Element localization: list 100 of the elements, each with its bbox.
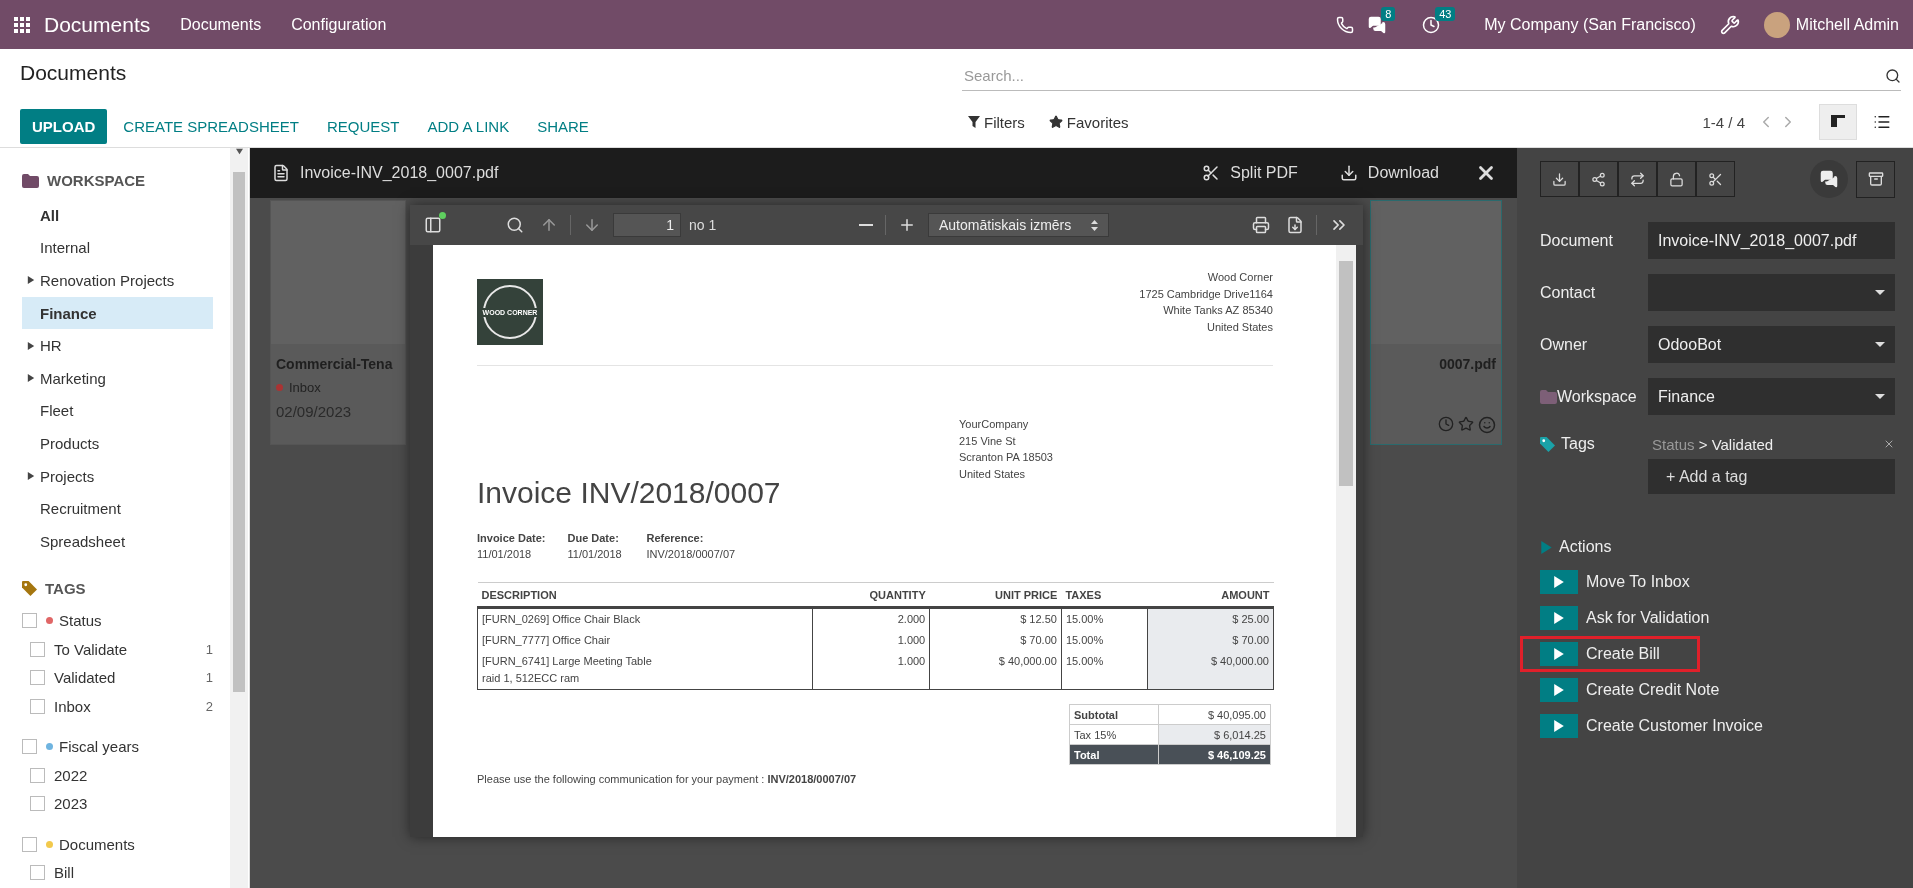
sidebar-icon xyxy=(424,216,442,234)
filters-button[interactable]: Filters xyxy=(962,112,1031,132)
checkbox[interactable] xyxy=(22,613,37,629)
wrench-icon[interactable] xyxy=(1719,14,1740,35)
tag-group-label: Fiscal years xyxy=(59,738,140,756)
split-pdf-button[interactable]: Split PDF xyxy=(1196,163,1304,183)
payment-note: Please use the following communication for your payment : INV/2018/0007/07 xyxy=(477,773,858,785)
tag-label: Status > Validated xyxy=(1652,435,1774,453)
arrow-down-icon xyxy=(583,216,601,234)
workspace-item[interactable]: All xyxy=(22,199,213,232)
workspace-item[interactable]: Internal xyxy=(22,231,213,265)
select-field[interactable] xyxy=(1648,274,1895,311)
toolbar-button[interactable]: REQUEST xyxy=(314,109,412,144)
action-button[interactable]: Create Customer Invoice xyxy=(1540,714,1763,738)
workspace-item[interactable]: HR xyxy=(22,329,213,362)
action-button[interactable]: Move To Inbox xyxy=(1540,570,1690,594)
phone-icon[interactable] xyxy=(1336,15,1355,34)
workspace-item[interactable]: Fleet xyxy=(22,394,213,428)
share-button[interactable] xyxy=(1579,161,1618,197)
workspace-item[interactable]: Products xyxy=(22,427,213,460)
workspace-item[interactable]: Spreadsheet xyxy=(22,524,213,558)
field-label: Tags xyxy=(1540,435,1648,453)
app-grid-icon[interactable] xyxy=(14,16,30,33)
star-icon[interactable] xyxy=(1458,416,1474,432)
nav-menu[interactable]: Configuration xyxy=(291,15,387,34)
toolbar-button[interactable]: SHARE xyxy=(525,109,601,144)
action-button[interactable]: Create Credit Note xyxy=(1540,678,1720,702)
search-icon[interactable] xyxy=(1885,67,1901,84)
field-label: Owner xyxy=(1540,335,1589,354)
tag-label: 2023 xyxy=(54,795,88,813)
user-name[interactable]: Mitchell Admin xyxy=(1795,15,1899,34)
card-tag: Inbox xyxy=(276,380,400,395)
status-dot xyxy=(439,212,446,219)
tag-group-label: Status xyxy=(59,612,102,630)
page-total: no 1 xyxy=(689,217,717,233)
scissors-icon xyxy=(1202,164,1221,182)
add-tag-field[interactable]: + Add a tag xyxy=(1648,459,1895,494)
chat-button[interactable] xyxy=(1810,160,1848,198)
updown-caret-icon xyxy=(1091,219,1099,231)
select-field[interactable]: Finance xyxy=(1648,378,1895,415)
split-button[interactable] xyxy=(1696,161,1735,197)
kanban-view-button[interactable] xyxy=(1819,104,1857,140)
workspace-item[interactable]: Finance xyxy=(22,296,213,330)
filter-icon xyxy=(968,116,980,128)
table-cell: $ 40,000.00 xyxy=(1147,651,1274,690)
chat-icon[interactable] xyxy=(1368,15,1387,34)
favorites-button[interactable]: Favorites xyxy=(1042,112,1135,132)
company-switcher[interactable]: My Company (San Francisco) xyxy=(1484,15,1696,34)
toolbar-button[interactable]: CREATE SPREADSHEET xyxy=(111,109,311,144)
checkbox[interactable] xyxy=(22,836,37,852)
nav-menu[interactable]: Documents xyxy=(180,15,262,34)
workspace-item[interactable]: Marketing xyxy=(22,361,213,395)
checkbox[interactable] xyxy=(30,670,45,686)
upload-button[interactable]: UPLOAD xyxy=(20,109,108,144)
address-line: Wood Corner xyxy=(1206,270,1273,285)
select-field[interactable]: OdooBot xyxy=(1648,326,1895,363)
info-value: 11/01/2018 xyxy=(477,547,533,562)
play-icon xyxy=(1540,714,1578,738)
action-button[interactable]: Ask for Validation xyxy=(1540,606,1710,630)
user-avatar[interactable] xyxy=(1763,11,1790,38)
info-value: 11/01/2018 xyxy=(567,547,623,562)
checkbox[interactable] xyxy=(30,865,45,881)
table-cell: $ 40,000.00 xyxy=(929,651,1062,690)
replace-button[interactable] xyxy=(1618,161,1657,197)
input-field[interactable]: Invoice-INV_2018_0007.pdf xyxy=(1648,222,1895,259)
info-label: Invoice Date: xyxy=(477,531,546,546)
kanban-icon xyxy=(1831,115,1845,129)
toolbar-button[interactable]: ADD A LINK xyxy=(415,109,522,144)
download-button[interactable]: Download xyxy=(1333,163,1445,183)
checkbox[interactable] xyxy=(30,796,45,812)
checkbox[interactable] xyxy=(22,739,37,755)
workspace-item[interactable]: Projects xyxy=(22,459,213,493)
file-download-icon xyxy=(1286,216,1304,234)
action-button[interactable]: Create Bill xyxy=(1540,642,1660,666)
app-name[interactable]: Documents xyxy=(44,12,151,37)
lock-button[interactable] xyxy=(1657,161,1696,197)
archive-button[interactable] xyxy=(1856,160,1895,198)
caret-icon xyxy=(27,472,35,481)
workspace-item[interactable]: Renovation Projects xyxy=(22,264,213,297)
field-label: Workspace xyxy=(1540,387,1648,406)
checkbox[interactable] xyxy=(30,641,45,657)
page-number-field[interactable]: 1 xyxy=(613,213,681,237)
remove-tag-button[interactable] xyxy=(1883,438,1895,450)
download-button[interactable] xyxy=(1540,161,1579,197)
download-icon xyxy=(1552,171,1567,187)
workspace-item[interactable]: Recruitment xyxy=(22,492,213,525)
table-cell: [FURN_0269] Office Chair Black xyxy=(477,607,813,630)
column-header: UNIT PRICE xyxy=(929,582,1062,608)
checkbox[interactable] xyxy=(30,698,45,714)
tag-count: 1 xyxy=(205,641,213,657)
column-header: DESCRIPTION xyxy=(477,582,813,608)
star-icon xyxy=(1048,115,1063,129)
zoom-select[interactable]: Automātiskais izmērs xyxy=(928,213,1110,237)
list-icon xyxy=(1873,113,1891,131)
checkbox[interactable] xyxy=(30,767,45,783)
table-cell: $ 70.00 xyxy=(929,630,1062,651)
scrollbar[interactable] xyxy=(1336,245,1356,837)
repeat-icon xyxy=(1630,171,1645,187)
scrollbar[interactable] xyxy=(230,148,248,888)
search-input[interactable]: Search... xyxy=(962,66,1885,85)
